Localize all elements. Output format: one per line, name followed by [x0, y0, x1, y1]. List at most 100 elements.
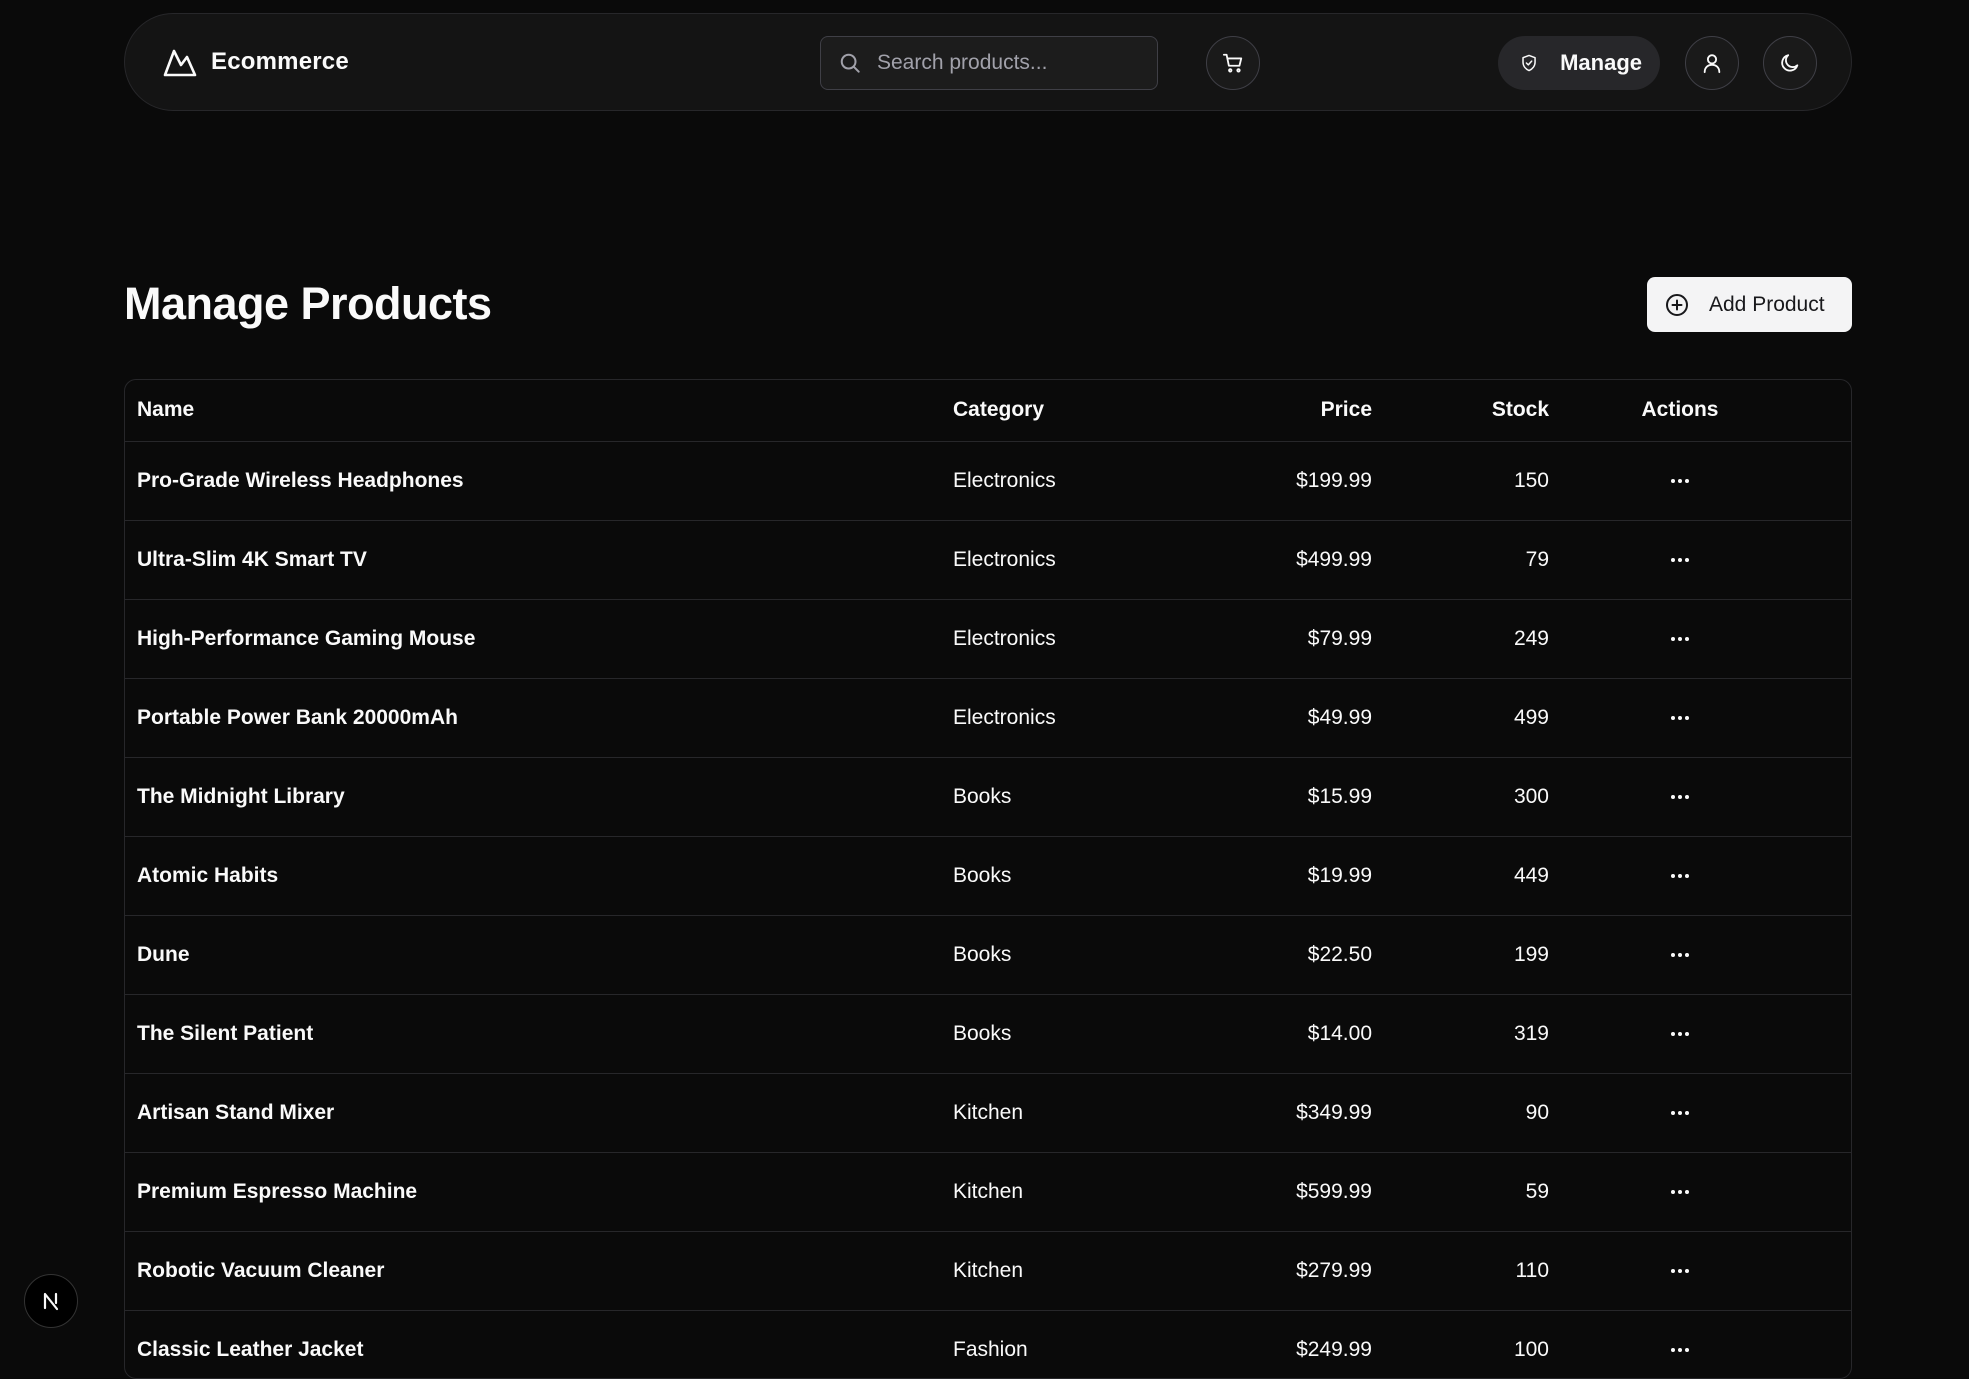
table-row: Atomic Habits Books $19.99 449	[125, 836, 1851, 915]
product-category-cell: Kitchen	[953, 1100, 1024, 1124]
more-horizontal-icon	[1671, 557, 1689, 562]
product-stock-cell: 449	[1513, 863, 1549, 887]
shield-icon	[1522, 54, 1536, 72]
table-header-row: Name Category Price Stock Actions	[125, 380, 1851, 441]
product-name-cell: The Silent Patient	[137, 1021, 314, 1045]
more-horizontal-icon	[1671, 1031, 1689, 1036]
product-name-cell: Ultra-Slim 4K Smart TV	[137, 547, 367, 571]
table-row: Robotic Vacuum Cleaner Kitchen $279.99 110	[125, 1231, 1851, 1310]
row-actions-cell	[1561, 441, 1851, 520]
brand-name: Ecommerce	[211, 48, 349, 75]
more-horizontal-icon	[1671, 478, 1689, 483]
row-actions-button[interactable]	[1668, 785, 1692, 808]
more-horizontal-icon	[1671, 1348, 1689, 1353]
user-icon	[1703, 54, 1721, 74]
more-horizontal-icon	[1671, 1110, 1689, 1115]
add-product-label: Add Product	[1709, 292, 1825, 316]
product-price-cell: $14.00	[1307, 1021, 1372, 1045]
row-actions-button[interactable]	[1668, 627, 1692, 650]
row-actions-button[interactable]	[1668, 1338, 1692, 1361]
row-actions-button[interactable]	[1668, 469, 1692, 492]
cart-icon	[1222, 53, 1243, 73]
product-category-cell: Fashion	[953, 1337, 1028, 1361]
product-name-cell: Portable Power Bank 20000mAh	[137, 705, 458, 729]
product-category-cell: Electronics	[953, 547, 1056, 571]
theme-toggle-button[interactable]	[1763, 36, 1817, 90]
more-horizontal-icon	[1671, 873, 1689, 878]
table-row: The Silent Patient Books $14.00 319	[125, 994, 1851, 1073]
column-header-price: Price	[1320, 398, 1372, 422]
table-row: Premium Espresso Machine Kitchen $599.99 59	[125, 1152, 1851, 1231]
column-header-stock: Stock	[1491, 398, 1549, 422]
product-category-cell: Books	[953, 863, 1012, 887]
product-category-cell: Books	[953, 784, 1012, 808]
moon-icon	[1781, 54, 1799, 72]
row-actions-button[interactable]	[1668, 548, 1692, 571]
column-header-name: Name	[137, 398, 195, 422]
product-name-cell: Robotic Vacuum Cleaner	[137, 1258, 385, 1282]
search-box[interactable]	[820, 36, 1158, 90]
product-category-cell: Electronics	[953, 626, 1056, 650]
table-row: High-Performance Gaming Mouse Electronics…	[125, 599, 1851, 678]
row-actions-button[interactable]	[1668, 706, 1692, 729]
product-name-cell: Atomic Habits	[137, 863, 279, 887]
row-actions-cell	[1561, 1231, 1851, 1310]
product-stock-cell: 59	[1525, 1179, 1549, 1203]
row-actions-cell	[1561, 678, 1851, 757]
row-actions-button[interactable]	[1668, 864, 1692, 887]
brand[interactable]: Ecommerce	[163, 46, 349, 78]
row-actions-cell	[1561, 520, 1851, 599]
product-stock-cell: 100	[1513, 1337, 1549, 1361]
row-actions-button[interactable]	[1668, 1022, 1692, 1045]
product-price-cell: $499.99	[1296, 547, 1372, 571]
row-actions-button[interactable]	[1668, 943, 1692, 966]
more-horizontal-icon	[1671, 1189, 1689, 1194]
search-input[interactable]	[875, 50, 1135, 76]
product-price-cell: $15.99	[1307, 784, 1372, 808]
row-actions-button[interactable]	[1668, 1259, 1692, 1282]
row-actions-button[interactable]	[1668, 1180, 1692, 1203]
manage-label: Manage	[1560, 50, 1642, 75]
product-name-cell: The Midnight Library	[137, 784, 345, 808]
product-name-cell: Pro-Grade Wireless Headphones	[137, 468, 464, 492]
table-row: Dune Books $22.50 199	[125, 915, 1851, 994]
table-row: The Midnight Library Books $15.99 300	[125, 757, 1851, 836]
product-category-cell: Electronics	[953, 468, 1056, 492]
product-price-cell: $199.99	[1296, 468, 1372, 492]
column-header-category: Category	[953, 398, 1045, 422]
row-actions-cell	[1561, 994, 1851, 1073]
product-stock-cell: 110	[1515, 1258, 1549, 1282]
manage-button[interactable]: Manage	[1498, 36, 1660, 90]
row-actions-cell	[1561, 1152, 1851, 1231]
product-stock-cell: 300	[1513, 784, 1549, 808]
search-icon	[840, 53, 860, 73]
row-actions-cell	[1561, 1310, 1851, 1378]
more-horizontal-icon	[1671, 715, 1689, 720]
cart-button[interactable]	[1206, 36, 1260, 90]
nextjs-icon	[43, 1292, 59, 1311]
table-row: Ultra-Slim 4K Smart TV Electronics $499.99…	[125, 520, 1851, 599]
row-actions-button[interactable]	[1668, 1101, 1692, 1124]
product-name-cell: High-Performance Gaming Mouse	[137, 626, 476, 650]
product-name-cell: Artisan Stand Mixer	[137, 1100, 335, 1124]
top-navbar: Ecommerce Manage	[124, 13, 1852, 111]
product-price-cell: $79.99	[1307, 626, 1372, 650]
row-actions-cell	[1561, 836, 1851, 915]
product-category-cell: Electronics	[953, 705, 1056, 729]
table-row: Portable Power Bank 20000mAh Electronics $…	[125, 678, 1851, 757]
plus-circle-icon	[1666, 293, 1688, 316]
account-button[interactable]	[1685, 36, 1739, 90]
product-price-cell: $249.99	[1296, 1337, 1372, 1361]
nextjs-dev-badge[interactable]	[24, 1274, 78, 1328]
product-category-cell: Books	[953, 942, 1012, 966]
page-title: Manage Products	[124, 278, 492, 329]
add-product-button[interactable]: Add Product	[1647, 277, 1852, 332]
products-table: Name Category Price Stock Actions Pro-Gr…	[124, 379, 1852, 1379]
table-row: Artisan Stand Mixer Kitchen $349.99 90	[125, 1073, 1851, 1152]
product-stock-cell: 150	[1513, 468, 1549, 492]
row-actions-cell	[1561, 1073, 1851, 1152]
product-stock-cell: 79	[1525, 547, 1549, 571]
column-header-actions: Actions	[1641, 398, 1719, 422]
row-actions-cell	[1561, 757, 1851, 836]
table-row: Pro-Grade Wireless Headphones Electronics…	[125, 441, 1851, 520]
